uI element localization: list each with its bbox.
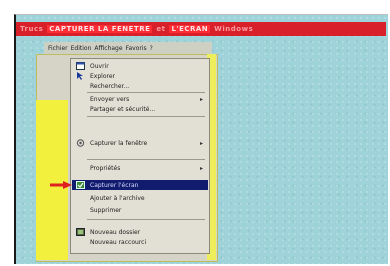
ctx-item-label: Capturer l'écran: [90, 181, 139, 189]
banner-segment: et: [156, 25, 166, 33]
ctx-item-search[interactable]: Rechercher...: [72, 81, 208, 91]
menu-file[interactable]: Fichier: [48, 45, 68, 52]
ctx-item-label: Propriétés: [90, 164, 121, 172]
context-menu: Ouvrir Explorer Rechercher... Envoyer ve…: [70, 58, 210, 254]
window-icon: [76, 62, 85, 70]
ctx-item-capture-screen[interactable]: Capturer l'écran: [72, 180, 208, 190]
ctx-item-label: Explorer: [90, 72, 115, 80]
ctx-item-properties[interactable]: Propriétés ▸: [72, 163, 208, 173]
banner-segment: L'ECRAN: [169, 25, 211, 33]
side-panel: [36, 100, 68, 260]
ctx-item-label: Envoyer vers: [90, 95, 130, 103]
ctx-item-label: Partager et sécurité...: [90, 105, 156, 113]
folder-icon: [76, 228, 85, 236]
ctx-item-label: Ajouter à l'archive: [90, 194, 145, 202]
title-banner: Trucs CAPTURER LA FENETRE et L'ECRAN Win…: [16, 22, 386, 36]
ctx-item-new-shortcut[interactable]: Nouveau raccourci: [72, 237, 208, 247]
menu-help[interactable]: ?: [150, 45, 153, 52]
ctx-item-label: Nouveau raccourci: [90, 238, 147, 246]
banner-segment: Windows: [214, 25, 254, 33]
ctx-item-share[interactable]: Partager et sécurité...: [72, 104, 208, 114]
menu-view[interactable]: Affichage: [94, 45, 122, 52]
ctx-item-label: Rechercher...: [90, 82, 130, 90]
ctx-item-label: Supprimer: [90, 206, 122, 214]
ctx-item-open[interactable]: Ouvrir: [72, 61, 208, 71]
cursor-icon: [77, 72, 83, 80]
check-icon: [76, 181, 85, 189]
ctx-item-label: Ouvrir: [90, 62, 109, 70]
ctx-item-new-folder[interactable]: Nouveau dossier: [72, 227, 208, 237]
menu-separator: [87, 159, 205, 160]
menu-bar: Fichier Edition Affichage Favoris ?: [44, 42, 212, 54]
menu-separator: [87, 219, 205, 220]
ctx-item-capture-window[interactable]: Capturer la fenêtre ▸: [72, 138, 208, 148]
submenu-arrow-icon: ▸: [199, 95, 203, 103]
ctx-item-send-to[interactable]: Envoyer vers ▸: [72, 94, 208, 104]
banner-segment: Trucs: [20, 25, 44, 33]
banner-segment: CAPTURER LA FENETRE: [47, 25, 153, 33]
submenu-arrow-icon: ▸: [199, 139, 203, 147]
ctx-item-label: Nouveau dossier: [90, 228, 141, 236]
menu-separator: [87, 116, 205, 117]
folder-icon: [76, 139, 85, 147]
menu-separator: [87, 92, 205, 93]
menu-edit[interactable]: Edition: [71, 45, 92, 52]
submenu-arrow-icon: ▸: [199, 164, 203, 172]
ctx-item-explore[interactable]: Explorer: [72, 71, 208, 81]
red-arrow-icon: [50, 181, 72, 189]
ctx-item-label: Capturer la fenêtre: [90, 139, 148, 147]
ctx-item-archive[interactable]: Ajouter à l'archive: [72, 193, 208, 203]
ctx-item-delete[interactable]: Supprimer: [72, 205, 208, 215]
menu-favorites[interactable]: Favoris: [126, 45, 147, 52]
